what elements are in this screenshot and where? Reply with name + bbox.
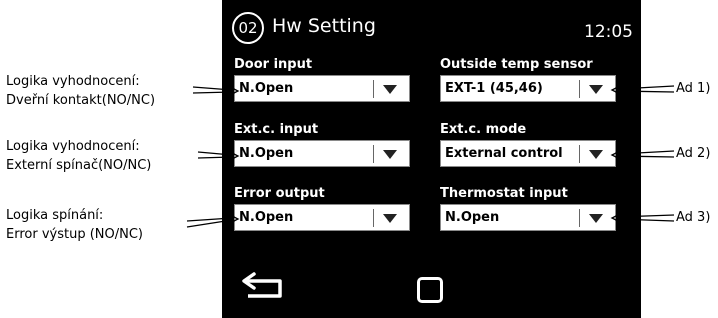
door-input-label: Door input — [234, 57, 313, 72]
chevron-down-icon — [383, 150, 397, 159]
screen-number-badge: 02 — [232, 12, 264, 44]
select-divider — [373, 209, 374, 227]
outside-temp-sensor-label: Outside temp sensor — [440, 57, 593, 72]
back-arrow-icon[interactable] — [240, 268, 286, 304]
screen-number: 02 — [238, 19, 258, 37]
hw-setting-screen: 02 Hw Setting 12:05 Door input N.Open Ex… — [222, 0, 641, 318]
select-divider — [579, 80, 580, 98]
clock-time: 12:05 — [584, 22, 633, 42]
annotation-line: Logika vyhodnocení: — [6, 74, 140, 89]
thermostat-input-value: N.Open — [445, 210, 500, 225]
chevron-down-icon — [589, 214, 603, 223]
annotation-line: Dveřní kontakt(NO/NC) — [6, 93, 156, 108]
ext-c-input-label: Ext.c. input — [234, 122, 319, 137]
ext-c-input-value: N.Open — [239, 146, 294, 161]
error-output-select[interactable]: N.Open — [234, 204, 410, 231]
select-divider — [373, 80, 374, 98]
error-output-value: N.Open — [239, 210, 294, 225]
door-input-select[interactable]: N.Open — [234, 75, 410, 102]
annotation-ad-3: Ad 3) — [676, 210, 711, 225]
ext-c-mode-label: Ext.c. mode — [440, 122, 527, 137]
thermostat-input-label: Thermostat input — [440, 186, 568, 201]
ext-c-mode-select[interactable]: External control — [440, 140, 616, 167]
annotation-line: Error výstup (NO/NC) — [6, 227, 143, 242]
chevron-down-icon — [383, 214, 397, 223]
chevron-down-icon — [589, 150, 603, 159]
outside-temp-sensor-select[interactable]: EXT-1 (45,46) — [440, 75, 616, 102]
chevron-down-icon — [383, 85, 397, 94]
annotation-error-output: Logika spínání: Error výstup (NO/NC) — [6, 206, 143, 244]
outside-temp-sensor-value: EXT-1 (45,46) — [445, 81, 543, 96]
error-output-label: Error output — [234, 186, 325, 201]
ext-c-mode-value: External control — [445, 146, 563, 161]
select-divider — [579, 145, 580, 163]
select-divider — [579, 209, 580, 227]
annotation-ad-1: Ad 1) — [676, 81, 711, 96]
annotation-line: Logika vyhodnocení: — [6, 139, 140, 154]
page-title: Hw Setting — [272, 15, 376, 37]
annotation-ext-c-input: Logika vyhodnocení: Externí spínač(NO/NC… — [6, 137, 151, 175]
thermostat-input-select[interactable]: N.Open — [440, 204, 616, 231]
annotation-door-input: Logika vyhodnocení: Dveřní kontakt(NO/NC… — [6, 72, 155, 110]
annotation-ad-2: Ad 2) — [676, 146, 711, 161]
annotation-line: Logika spínání: — [6, 208, 104, 223]
annotation-line: Externí spínač(NO/NC) — [6, 158, 152, 173]
chevron-down-icon — [589, 85, 603, 94]
select-divider — [373, 145, 374, 163]
ext-c-input-select[interactable]: N.Open — [234, 140, 410, 167]
home-square-icon[interactable] — [417, 277, 443, 303]
door-input-value: N.Open — [239, 81, 294, 96]
